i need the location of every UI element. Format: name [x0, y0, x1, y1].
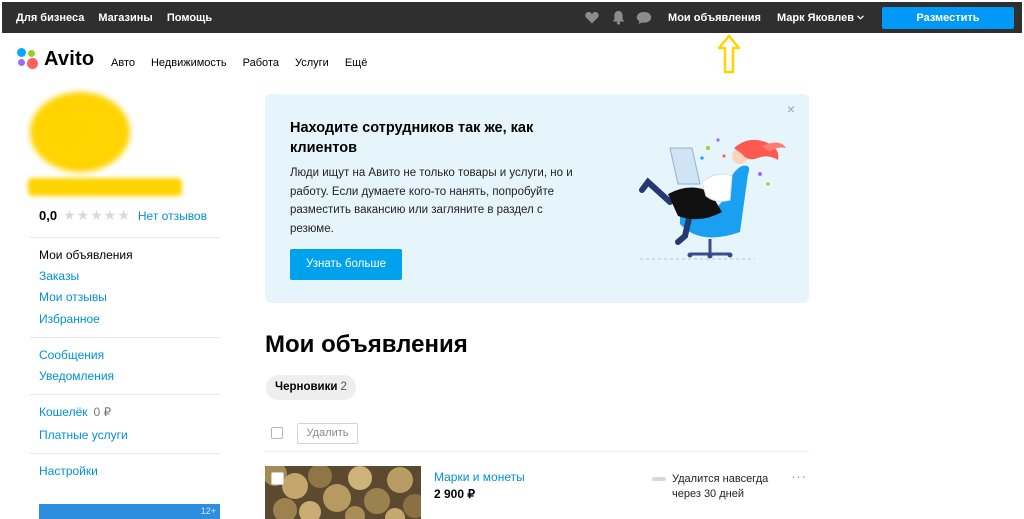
- promo-banner: Находите сотрудников так же, как клиенто…: [265, 94, 809, 303]
- chevron-down-icon: [857, 15, 864, 20]
- sidebar-divider: [30, 394, 220, 395]
- profile-name-redacted: [28, 178, 182, 196]
- link-business[interactable]: Для бизнеса: [16, 12, 84, 24]
- category-services[interactable]: Услуги: [295, 57, 329, 69]
- logo-text: Avito: [44, 47, 95, 70]
- logo-dots-icon: [16, 47, 40, 71]
- sidebar-divider: [30, 453, 220, 454]
- coins-image: [265, 466, 421, 519]
- sidebar-item-messages[interactable]: Сообщения: [39, 348, 104, 362]
- ad-status: Удалится навсегда через 30 дней: [672, 473, 769, 500]
- ad-checkbox[interactable]: [271, 472, 284, 485]
- top-right: Мои объявления Марк Яковлев Разместить о…: [584, 2, 1014, 46]
- sidebar-item-favorites[interactable]: Избранное: [39, 312, 100, 326]
- star-icon: ★: [76, 207, 90, 223]
- wallet-label: Кошелёк: [39, 405, 88, 419]
- learn-more-button[interactable]: Узнать больше: [290, 249, 402, 280]
- top-links: Для бизнеса Магазины Помощь: [16, 2, 212, 33]
- highlight-arrow-icon: [717, 34, 741, 74]
- avito-logo[interactable]: Avito: [16, 47, 94, 71]
- wallet-balance: 0 ₽: [93, 405, 112, 419]
- sidebar-item-my-ads[interactable]: Мои объявления: [39, 248, 133, 262]
- link-help[interactable]: Помощь: [167, 12, 212, 24]
- avatar[interactable]: [30, 92, 130, 172]
- my-ads-link[interactable]: Мои объявления: [668, 12, 761, 24]
- top-bar: Для бизнеса Магазины Помощь Мои объявлен…: [2, 2, 1022, 46]
- category-realty[interactable]: Недвижимость: [151, 57, 227, 69]
- star-icon: ★: [103, 207, 117, 223]
- worker-illustration: [639, 138, 786, 260]
- ad-title-link[interactable]: Марки и монеты: [434, 470, 525, 484]
- sidebar-divider: [30, 237, 220, 238]
- user-menu[interactable]: Марк Яковлев: [777, 12, 864, 24]
- tab-drafts-count: 2: [340, 381, 347, 393]
- category-auto[interactable]: Авто: [111, 57, 135, 69]
- star-icon: ★: [63, 207, 76, 223]
- sidebar-item-orders[interactable]: Заказы: [39, 269, 79, 283]
- sidebar-item-wallet[interactable]: Кошелёк 0 ₽: [39, 405, 111, 419]
- bell-icon[interactable]: [610, 10, 626, 26]
- link-shops[interactable]: Магазины: [98, 12, 153, 24]
- sidebar-item-my-reviews[interactable]: Мои отзывы: [39, 290, 107, 304]
- post-ad-button[interactable]: Разместить объявление: [882, 6, 1014, 46]
- promo-title: Находите сотрудников так же, как клиенто…: [290, 120, 534, 156]
- delete-button[interactable]: Удалить: [297, 423, 358, 444]
- chat-icon[interactable]: [636, 10, 652, 26]
- ad-price: 2 900 ₽: [434, 487, 475, 501]
- select-all-checkbox[interactable]: [271, 427, 283, 439]
- sidebar-banner[interactable]: 12+: [39, 504, 220, 519]
- ad-thumbnail[interactable]: [265, 466, 421, 519]
- heart-icon[interactable]: [584, 10, 600, 26]
- sidebar-item-notifications[interactable]: Уведомления: [39, 369, 114, 383]
- list-divider: [265, 451, 809, 452]
- star-icon: ★: [90, 207, 103, 223]
- rating-value: 0,0: [39, 208, 58, 223]
- star-icon: ★: [117, 207, 130, 223]
- age-badge: 12+: [200, 506, 216, 516]
- tab-drafts[interactable]: Черновики 2: [266, 375, 356, 400]
- category-more[interactable]: Ещё: [345, 57, 368, 69]
- sidebar-item-paid-services[interactable]: Платные услуги: [39, 428, 128, 442]
- sidebar-item-settings[interactable]: Настройки: [39, 464, 98, 478]
- more-actions-icon[interactable]: ···: [791, 468, 807, 484]
- promo-text: Люди ищут на Авито не только товары и ус…: [290, 167, 573, 235]
- page-title: Мои объявления: [265, 331, 468, 358]
- tab-drafts-label: Черновики: [275, 381, 338, 393]
- sidebar-divider: [30, 337, 220, 338]
- user-name: Марк Яковлев: [776, 11, 854, 24]
- category-nav: Авто Недвижимость Работа Услуги Ещё: [111, 57, 367, 69]
- close-icon[interactable]: ×: [785, 102, 797, 116]
- category-jobs[interactable]: Работа: [243, 57, 279, 69]
- reviews-link[interactable]: Нет отзывов: [138, 209, 207, 223]
- status-indicator: [652, 477, 666, 481]
- profile-rating: 0,0 ★ ★ ★ ★ ★ Нет отзывов: [39, 207, 207, 224]
